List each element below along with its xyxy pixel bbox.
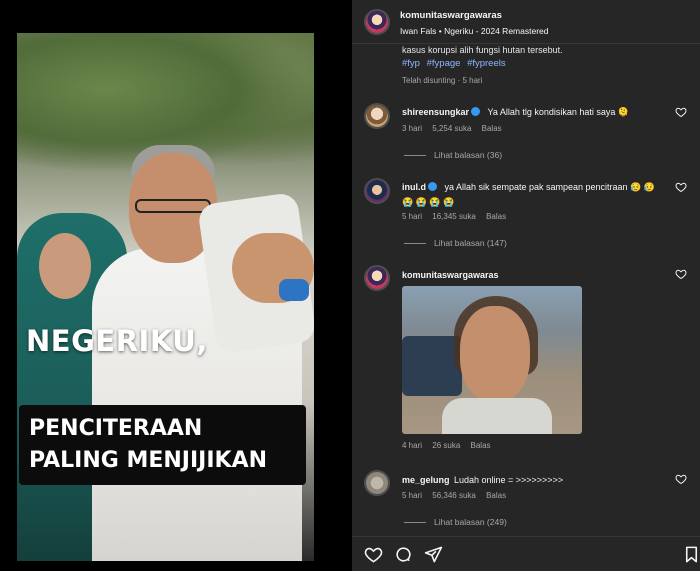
wristwatch bbox=[279, 279, 309, 301]
comment-like-heart-icon[interactable] bbox=[675, 181, 687, 193]
comment-item: komunitaswargawaras bbox=[402, 267, 687, 282]
comment-time: 5 hari bbox=[402, 212, 423, 221]
comment-username[interactable]: komunitaswargawaras bbox=[402, 270, 499, 280]
glasses bbox=[135, 199, 211, 213]
comment-likes[interactable]: 5,254 suka bbox=[432, 124, 471, 133]
comment-username[interactable]: shireensungkar bbox=[402, 107, 469, 117]
comment-time: 5 hari bbox=[402, 491, 423, 500]
hashtag[interactable]: #fypreels bbox=[467, 58, 506, 69]
comment-item: me_gelung Ludah online = >>>>>>>>> bbox=[402, 472, 687, 487]
comment-like-heart-icon[interactable] bbox=[675, 268, 687, 280]
comment-icon[interactable] bbox=[394, 545, 413, 564]
action-bar bbox=[352, 536, 700, 571]
comment-like-heart-icon[interactable] bbox=[675, 473, 687, 485]
view-replies[interactable]: Lihat balasan (36) bbox=[404, 150, 502, 160]
comment-text: Ya Allah tlg kondisikan hati saya 🫠 bbox=[487, 107, 630, 117]
comment-likes[interactable]: 26 suka bbox=[432, 441, 460, 450]
verified-badge-icon bbox=[428, 182, 437, 191]
caption-text: kasus korupsi alih fungsi hutan tersebut… bbox=[402, 45, 563, 55]
view-replies[interactable]: Lihat balasan (249) bbox=[404, 517, 507, 527]
heart-icon[interactable] bbox=[364, 545, 383, 564]
reply-button[interactable]: Balas bbox=[482, 124, 502, 133]
comment-likes[interactable]: 56,346 suka bbox=[432, 491, 476, 500]
view-replies-label: Lihat balasan (36) bbox=[434, 150, 503, 160]
replies-divider bbox=[404, 155, 426, 157]
comment-meta: 4 hari 26 suka Balas bbox=[402, 441, 499, 450]
comment-meta: 5 hari 56,346 suka Balas bbox=[402, 491, 514, 500]
comment-avatar[interactable] bbox=[364, 103, 390, 129]
audio-track[interactable]: Iwan Fals • Ngeriku - 2024 Remastered bbox=[400, 26, 548, 36]
comment-time: 4 hari bbox=[402, 441, 423, 450]
author-avatar[interactable] bbox=[364, 9, 390, 35]
overlay-title: NEGERIKU, bbox=[26, 324, 208, 358]
view-replies[interactable]: Lihat balasan (147) bbox=[404, 238, 507, 248]
comment-text: Ludah online = >>>>>>>>> bbox=[453, 475, 564, 485]
comment-text: ya Allah sik sempate pak sampean pencitr… bbox=[444, 182, 655, 192]
comment-photo[interactable] bbox=[402, 286, 582, 434]
comment-time: 3 hari bbox=[402, 124, 423, 133]
comments-panel: komunitaswargawaras Iwan Fals • Ngeriku … bbox=[352, 0, 700, 571]
comment-meta: 3 hari 5,254 suka Balas bbox=[402, 124, 510, 133]
overlay-line-2: PALING MENJIJIKAN bbox=[29, 448, 268, 473]
hashtag[interactable]: #fypage bbox=[427, 58, 461, 69]
photo-van bbox=[402, 336, 462, 396]
video-pane: NEGERIKU, PENCITERAAN PALING MENJIJIKAN bbox=[0, 0, 352, 571]
replies-divider bbox=[404, 243, 426, 245]
comment-like-heart-icon[interactable] bbox=[675, 106, 687, 118]
photo-face bbox=[460, 306, 530, 402]
comment-item: shireensungkar Ya Allah tlg kondisikan h… bbox=[402, 104, 687, 119]
photo-shirt bbox=[442, 398, 552, 434]
reply-button[interactable]: Balas bbox=[486, 212, 506, 221]
comment-avatar[interactable] bbox=[364, 265, 390, 291]
comment-meta: 5 hari 16,345 suka Balas bbox=[402, 212, 514, 221]
comment-username[interactable]: inul.d bbox=[402, 182, 426, 192]
comment-likes[interactable]: 16,345 suka bbox=[432, 212, 476, 221]
edited-label: Telah disunting · 5 hari bbox=[402, 76, 483, 85]
view-replies-label: Lihat balasan (249) bbox=[434, 517, 507, 527]
comment-avatar[interactable] bbox=[364, 470, 390, 496]
comment-emoji-line: 😭 😭 😭 😭 bbox=[402, 197, 455, 207]
hashtags: #fyp #fypage #fypreels bbox=[402, 58, 510, 69]
author-username[interactable]: komunitaswargawaras bbox=[400, 10, 502, 21]
comment-username[interactable]: me_gelung bbox=[402, 475, 450, 485]
overlay-line-1: PENCITERAAN bbox=[29, 416, 203, 441]
comment-avatar[interactable] bbox=[364, 178, 390, 204]
view-replies-label: Lihat balasan (147) bbox=[434, 238, 507, 248]
reply-button[interactable]: Balas bbox=[486, 491, 506, 500]
bookmark-icon[interactable] bbox=[683, 545, 700, 564]
woman-face bbox=[39, 233, 91, 299]
comment-item: inul.d ya Allah sik sempate pak sampean … bbox=[402, 179, 687, 209]
replies-divider bbox=[404, 522, 426, 524]
hashtag[interactable]: #fyp bbox=[402, 58, 420, 69]
send-icon[interactable] bbox=[424, 545, 443, 564]
app-root: NEGERIKU, PENCITERAAN PALING MENJIJIKAN … bbox=[0, 0, 700, 571]
post-header: komunitaswargawaras Iwan Fals • Ngeriku … bbox=[352, 0, 700, 44]
reply-button[interactable]: Balas bbox=[471, 441, 491, 450]
verified-badge-icon bbox=[471, 107, 481, 116]
